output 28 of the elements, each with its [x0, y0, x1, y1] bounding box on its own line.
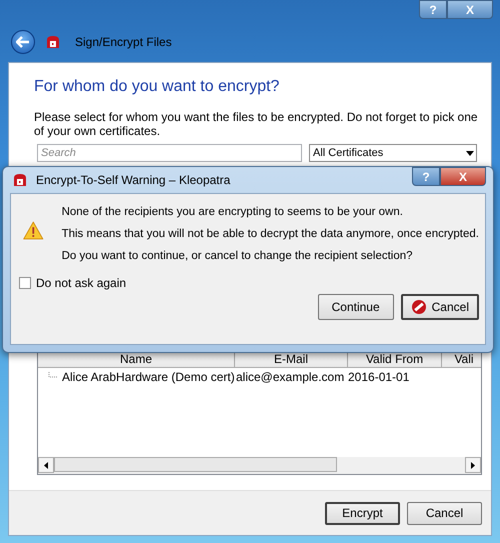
certificate-filter-dropdown[interactable]: All Certificates: [309, 144, 477, 162]
checkbox[interactable]: [19, 277, 31, 289]
cancel-button[interactable]: Cancel: [407, 502, 482, 524]
close-button[interactable]: X: [440, 167, 486, 186]
warning-message: Do you want to continue, or cancel to change the recipient selection?: [62, 250, 414, 262]
app-icon: [45, 34, 61, 50]
page-heading: For whom do you want to encrypt?: [34, 77, 280, 97]
window-title: Sign/Encrypt Files: [75, 35, 172, 49]
stop-icon: [410, 299, 427, 315]
continue-button[interactable]: Continue: [318, 294, 394, 320]
cancel-button[interactable]: Cancel: [400, 294, 479, 320]
page-description: Please select for whom you want the files to be encrypted. Do not forget to pick one of your own certificates.: [34, 110, 479, 138]
dropdown-caret-icon: [466, 150, 474, 156]
dialog-title: Encrypt-To-Self Warning – Kleopatra: [36, 173, 232, 187]
scroll-right-icon[interactable]: [465, 457, 481, 473]
table-cell-text: 2016-01-01: [347, 370, 410, 384]
scrollbar-thumb[interactable]: [54, 457, 337, 472]
table-cell-text: alice@example.com: [235, 370, 346, 384]
back-button[interactable]: [11, 30, 35, 54]
back-arrow-icon: [16, 36, 30, 48]
warning-message: None of the recipients you are encrypting to seems to be your own.: [62, 206, 404, 218]
table-cell-text: Alice ArabHardware (Demo cert): [61, 370, 234, 384]
warning-message: This means that you will not be able to decrypt the data anymore, once encrypted.: [62, 228, 479, 240]
search-field[interactable]: Search: [37, 144, 302, 162]
scroll-left-icon[interactable]: [38, 457, 54, 473]
encrypt-button[interactable]: Encrypt: [325, 502, 400, 524]
checkbox-label: Do not ask again: [36, 276, 126, 290]
app-icon: [12, 172, 28, 188]
